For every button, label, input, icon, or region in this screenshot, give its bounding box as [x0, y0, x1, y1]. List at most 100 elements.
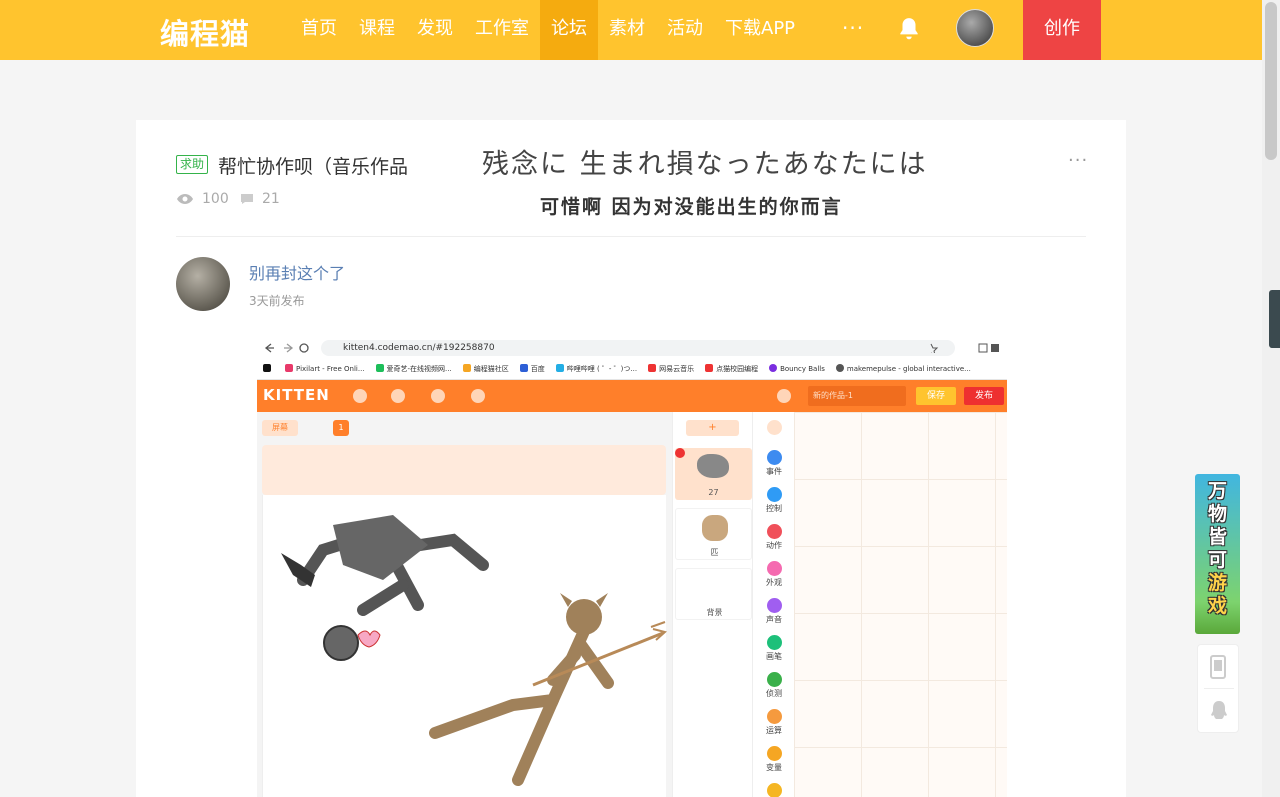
ad-text: 万 物 皆 可 游 戏	[1207, 480, 1227, 617]
browser-action-icons	[930, 343, 999, 353]
sensing-icon	[766, 672, 782, 687]
stage-canvas[interactable]	[262, 495, 668, 797]
block-category-sensing[interactable]: 侦测	[753, 672, 795, 699]
block-category-looks[interactable]: 外观	[753, 561, 795, 588]
sprite-card[interactable]: 27	[675, 448, 752, 500]
delete-sprite-icon[interactable]	[675, 448, 685, 458]
side-panel-handle[interactable]	[1269, 290, 1280, 348]
pen-icon	[766, 635, 782, 650]
block-category-motion[interactable]: 动作	[753, 524, 795, 551]
top-nav-bar: 编程猫 首页 课程 发现 工作室 论坛 素材 活动 下载APP ··· 创作	[0, 0, 1262, 60]
nav-studio[interactable]: 工作室	[464, 0, 540, 60]
comment-count: 21	[240, 191, 280, 207]
events-icon	[766, 450, 782, 465]
sprite-label: 27	[708, 488, 719, 497]
block-category-variables[interactable]: 变量	[753, 746, 795, 773]
overlay-lyrics-line-2: 可惜啊 因为对没能出生的你而言	[540, 196, 843, 218]
publish-button[interactable]: 发布	[964, 387, 1004, 405]
scrollbar-thumb[interactable]	[1265, 2, 1277, 160]
tiktok-icon	[263, 360, 274, 379]
block-category-sound[interactable]: 声音	[753, 598, 795, 625]
mobile-icon[interactable]	[1210, 655, 1226, 679]
user-avatar[interactable]	[956, 9, 994, 47]
overlay-lyrics-line-1: 残念に 生まれ損なったあなたには	[482, 149, 928, 180]
browser-nav-icons	[264, 343, 309, 353]
sound-icon	[766, 598, 782, 613]
looks-icon	[766, 561, 782, 576]
nav-courses[interactable]: 课程	[348, 0, 406, 60]
bell-icon[interactable]	[896, 16, 922, 42]
gear-icon[interactable]	[471, 389, 485, 403]
post-image: kitten4.codemao.cn/#192258870 Pixilart -…	[257, 336, 1007, 797]
nav-download-app[interactable]: 下载APP	[714, 0, 806, 60]
qq-icon[interactable]	[1209, 699, 1229, 723]
motion-icon	[766, 524, 782, 539]
bookmark-item[interactable]: 网易云音乐	[648, 360, 694, 379]
comment-count-value: 21	[262, 191, 280, 207]
create-button[interactable]: 创作	[1023, 0, 1101, 60]
nav-events[interactable]: 活动	[656, 0, 714, 60]
block-category-control[interactable]: 控制	[753, 487, 795, 514]
stage-panel: 屏幕 1	[257, 412, 672, 797]
sprite-label: 背景	[706, 608, 723, 617]
folder-icon[interactable]	[353, 389, 367, 403]
url-bar[interactable]: kitten4.codemao.cn/#192258870	[321, 340, 955, 356]
collaborator-icon[interactable]	[777, 389, 791, 403]
more-menu-button[interactable]: ···	[842, 16, 864, 40]
bookmark-item[interactable]: 哔哩哔哩 ( ゜- ゜)つ...	[555, 360, 637, 379]
bookmark-item[interactable]: 点猫校园编程	[705, 360, 758, 379]
author-avatar[interactable]	[176, 257, 230, 311]
nav-materials[interactable]: 素材	[598, 0, 656, 60]
add-sprite-button[interactable]: +	[686, 420, 739, 436]
block-category-operators[interactable]: 运算	[753, 709, 795, 736]
nav-forum[interactable]: 论坛	[540, 0, 598, 60]
bookmark-item[interactable]: Pixilart - Free Onli...	[285, 360, 365, 379]
eye-icon	[177, 194, 193, 204]
search-icon[interactable]	[753, 420, 795, 436]
browser-toolbar: kitten4.codemao.cn/#192258870	[257, 336, 1007, 360]
variables-icon	[766, 746, 782, 761]
author-name[interactable]: 别再封这个了	[249, 260, 345, 284]
post-more-button[interactable]: ···	[1068, 150, 1088, 171]
operators-icon	[766, 709, 782, 724]
game-ad-banner[interactable]: 万 物 皆 可 游 戏	[1195, 474, 1240, 634]
side-toolbar	[1197, 644, 1239, 733]
screen-tab[interactable]: 屏幕	[262, 420, 298, 436]
bookmark-item[interactable]: 百度	[519, 360, 545, 379]
main-nav: 首页 课程 发现 工作室 论坛 素材 活动 下载APP	[290, 0, 806, 60]
block-category-pen[interactable]: 画笔	[753, 635, 795, 662]
bookmark-item[interactable]: makemepulse - global interactive...	[835, 360, 971, 379]
sprite-thumbnail	[697, 454, 729, 478]
divider	[1204, 688, 1234, 689]
stickman-illustration	[281, 515, 668, 786]
background-card[interactable]: 背景	[675, 568, 752, 620]
block-category-events[interactable]: 事件	[753, 450, 795, 477]
bookmarks-bar: Pixilart - Free Onli... 爱奇艺-在线视频网... 编程猫…	[257, 360, 1007, 380]
sprite-list: + 27 匹 背景	[672, 412, 752, 797]
screen-number[interactable]: 1	[333, 420, 349, 436]
list-icon[interactable]	[753, 783, 795, 797]
post-time: 3天前发布	[249, 294, 305, 308]
site-logo[interactable]: 编程猫	[160, 11, 250, 53]
code-workspace[interactable]	[794, 412, 1007, 797]
bookmark-item[interactable]: 编程猫社区	[462, 360, 509, 379]
sprite-thumbnail	[702, 515, 728, 541]
kitten-logo: KITTEN	[263, 386, 330, 404]
cat-icon[interactable]	[391, 389, 405, 403]
bookmark-item[interactable]: Bouncy Balls	[769, 360, 825, 379]
post-title: 帮忙协作呗（音乐作品	[218, 156, 409, 178]
view-count: 100	[176, 191, 229, 207]
view-count-value: 100	[202, 191, 229, 207]
stage-header	[262, 445, 666, 495]
control-icon	[766, 487, 782, 502]
comment-icon	[241, 194, 253, 204]
bookmark-item[interactable]: 爱奇艺-在线视频网...	[375, 360, 452, 379]
save-button[interactable]: 保存	[916, 387, 956, 405]
help-icon[interactable]	[431, 389, 445, 403]
kitten-toolbar: KITTEN 新的作品-1 保存 发布	[257, 380, 1007, 412]
nav-home[interactable]: 首页	[290, 0, 348, 60]
nav-discover[interactable]: 发现	[406, 0, 464, 60]
sprite-card[interactable]: 匹	[675, 508, 752, 560]
work-name-input[interactable]: 新的作品-1	[808, 386, 906, 406]
block-categories: 事件 控制 动作 外观 声音 画笔 侦测 运算 变量	[752, 412, 794, 797]
